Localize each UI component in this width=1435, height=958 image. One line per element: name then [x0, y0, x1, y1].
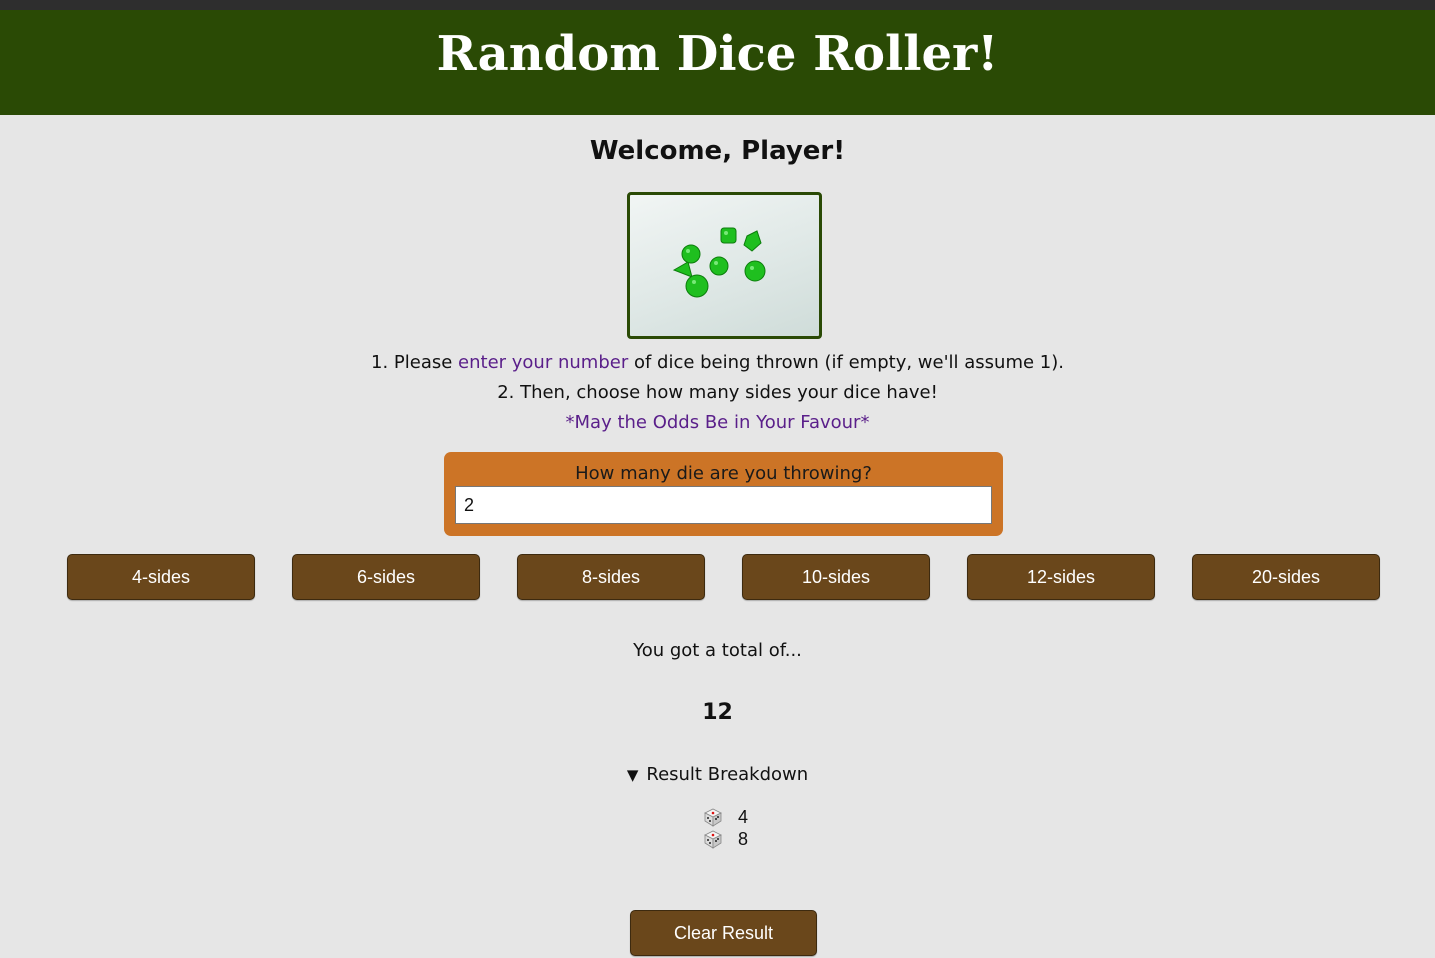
- browser-top-strip: [0, 0, 1435, 10]
- sides-button-10[interactable]: 10-sides: [742, 554, 930, 600]
- dice-count-card: How many die are you throwing?: [444, 452, 1003, 536]
- dice-photo-icon: [672, 227, 766, 298]
- dice-count-input[interactable]: [455, 486, 992, 524]
- breakdown-label: Result Breakdown: [646, 764, 809, 785]
- total-value: 12: [702, 700, 733, 725]
- instructions: 1. Please enter your number of dice bein…: [0, 348, 1435, 438]
- sides-button-12[interactable]: 12-sides: [967, 554, 1155, 600]
- page-title: Random Dice Roller!: [436, 26, 999, 82]
- sides-button-20[interactable]: 20-sides: [1192, 554, 1380, 600]
- site-header: Random Dice Roller!: [0, 10, 1435, 115]
- dice-photo: [627, 192, 822, 339]
- roll-list: 4 8: [702, 806, 782, 850]
- triangle-down-icon: ▼: [626, 766, 639, 784]
- roll-item: 4: [702, 806, 782, 828]
- instruction-text: 1. Please: [371, 352, 459, 373]
- die-icon: [704, 830, 722, 849]
- welcome-heading: Welcome, Player!: [589, 136, 846, 166]
- dice-count-label: How many die are you throwing?: [575, 463, 872, 484]
- instruction-text: of dice being thrown (if empty, we'll as…: [628, 352, 1064, 373]
- roll-value: 8: [738, 828, 749, 849]
- clear-result-button[interactable]: Clear Result: [630, 910, 817, 956]
- result-breakdown-toggle[interactable]: ▼ Result Breakdown: [0, 764, 1435, 785]
- roll-item: 8: [702, 828, 782, 850]
- sides-button-8[interactable]: 8-sides: [517, 554, 705, 600]
- favour-tagline: *May the Odds Be in Your Favour*: [565, 412, 870, 433]
- instruction-line-2: 2. Then, choose how many sides your dice…: [497, 382, 938, 403]
- sides-button-6[interactable]: 6-sides: [292, 554, 480, 600]
- total-label: You got a total of...: [633, 640, 802, 661]
- instruction-highlight: enter your number: [458, 352, 629, 373]
- instruction-line-1: 1. Please enter your number of dice bein…: [0, 348, 1435, 378]
- die-icon: [704, 808, 722, 827]
- roll-value: 4: [738, 806, 749, 827]
- sides-button-4[interactable]: 4-sides: [67, 554, 255, 600]
